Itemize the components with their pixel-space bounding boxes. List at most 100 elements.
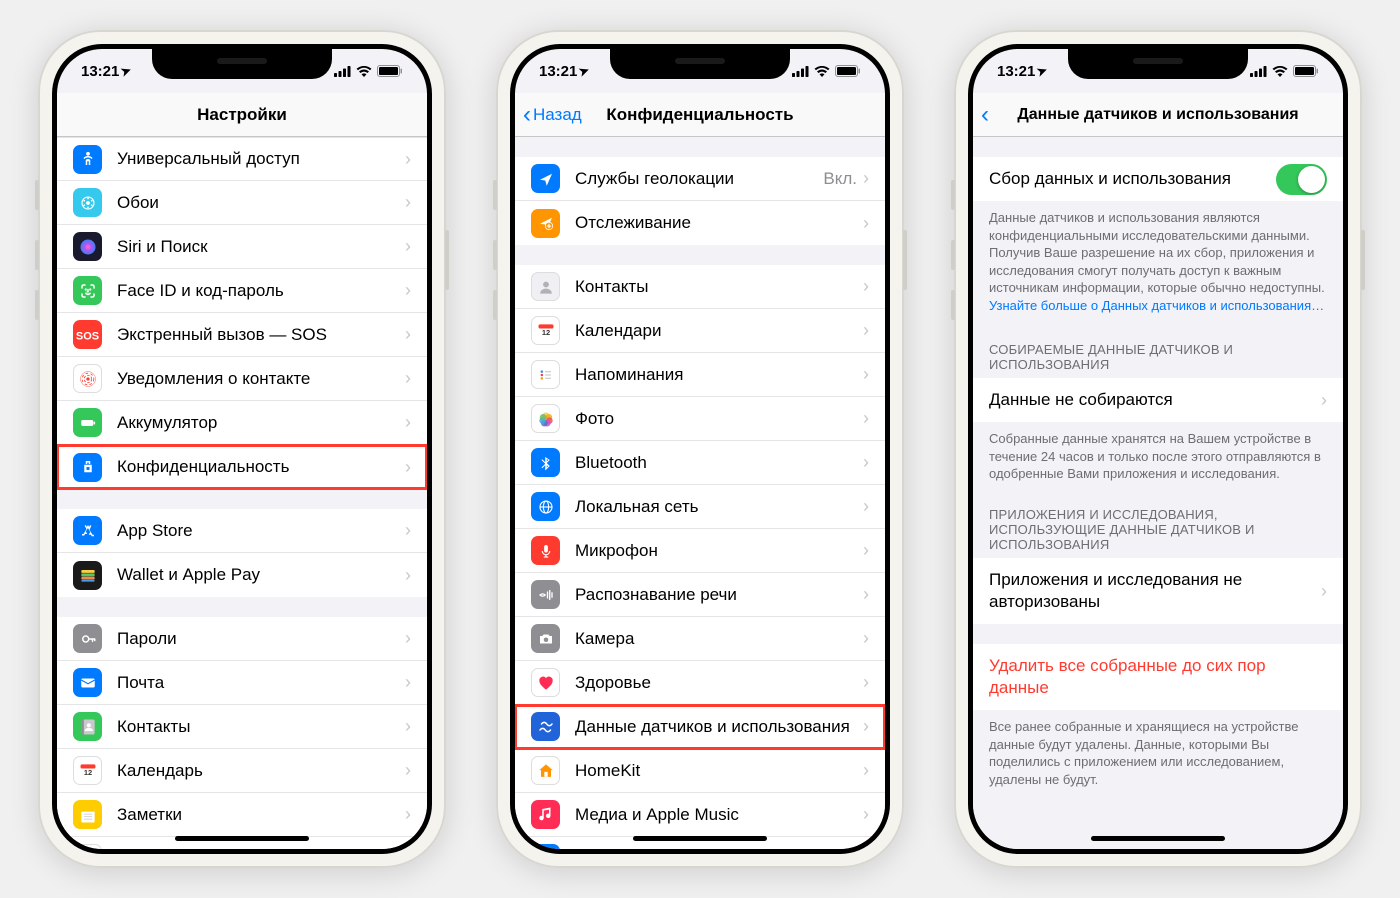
settings-row-location[interactable]: Службы геолокацииВкл.› <box>515 157 885 201</box>
mail-icon <box>73 668 102 697</box>
settings-row-sos[interactable]: SOSЭкстренный вызов — SOS› <box>57 313 427 357</box>
chevron-right-icon: › <box>405 565 411 586</box>
phone-mockup-2: 13:21 ➤ ‹Назад Конфиденциальность Службы… <box>496 30 904 868</box>
settings-group: Данные не собираются › <box>973 378 1343 422</box>
location-services-icon: ➤ <box>1035 63 1049 80</box>
settings-row-research[interactable]: Данные датчиков и использования› <box>515 705 885 749</box>
settings-row-tracking[interactable]: Отслеживание› <box>515 201 885 245</box>
passwords-icon <box>73 624 102 653</box>
phone-mockup-1: 13:21 ➤ Настройки Универсальный доступ›О… <box>38 30 446 868</box>
section-footer: Данные датчиков и использования являются… <box>973 201 1343 318</box>
settings-row-privacy[interactable]: Конфиденциальность› <box>57 445 427 489</box>
settings-row-appstore[interactable]: App Store› <box>57 509 427 553</box>
no-apps-row[interactable]: Приложения и исследования не авторизован… <box>973 558 1343 624</box>
row-label: Обои <box>117 193 405 213</box>
settings-row-faceid[interactable]: Face ID и код-пароль› <box>57 269 427 313</box>
toggle-label: Сбор данных и использования <box>989 169 1276 189</box>
settings-row-ua[interactable]: Универсальный доступ› <box>57 137 427 181</box>
siri-icon <box>73 232 102 261</box>
battery-icon <box>73 408 102 437</box>
signal-icon <box>1250 66 1267 77</box>
photos-icon <box>531 404 560 433</box>
signal-icon <box>792 66 809 77</box>
page-title: Данные датчиков и использования <box>1017 106 1298 124</box>
settings-row-contacts[interactable]: Контакты› <box>57 705 427 749</box>
chevron-right-icon: › <box>405 280 411 301</box>
chevron-right-icon: › <box>863 584 869 605</box>
settings-row-health[interactable]: Здоровье› <box>515 661 885 705</box>
settings-row-photos[interactable]: Фото› <box>515 397 885 441</box>
page-title: Конфиденциальность <box>606 105 793 125</box>
chevron-right-icon: › <box>863 452 869 473</box>
row-label: Напоминания <box>575 365 863 385</box>
settings-group: Удалить все собранные до сих пор данные <box>973 644 1343 710</box>
settings-row-passwords[interactable]: Пароли› <box>57 617 427 661</box>
faceid-icon <box>73 276 102 305</box>
collection-toggle-row[interactable]: Сбор данных и использования <box>973 157 1343 201</box>
settings-group: Контакты›12Календари›Напоминания›Фото›Bl… <box>515 265 885 849</box>
learn-more-link[interactable]: Узнайте больше о Данных датчиков и испол… <box>989 298 1324 313</box>
settings-row-battery[interactable]: Аккумулятор› <box>57 401 427 445</box>
settings-row-speech[interactable]: Распознавание речи› <box>515 573 885 617</box>
wifi-icon <box>1272 66 1288 77</box>
home-indicator[interactable] <box>175 836 309 841</box>
settings-row-wallet[interactable]: Wallet и Apple Pay› <box>57 553 427 597</box>
calendar-icon: 12 <box>73 756 102 785</box>
privacy-list[interactable]: Службы геолокацииВкл.›Отслеживание› Конт… <box>515 137 885 849</box>
settings-row-mic[interactable]: Микрофон› <box>515 529 885 573</box>
chevron-right-icon: › <box>1321 390 1327 411</box>
home-indicator[interactable] <box>1091 836 1225 841</box>
settings-row-bluetooth[interactable]: Bluetooth› <box>515 441 885 485</box>
settings-list[interactable]: Универсальный доступ›Обои›Siri и Поиск›F… <box>57 137 427 849</box>
row-label: Заметки <box>117 805 405 825</box>
notch <box>152 49 332 79</box>
settings-row-notes[interactable]: Заметки› <box>57 793 427 837</box>
row-value: Вкл. <box>823 169 857 189</box>
chevron-right-icon: › <box>405 848 411 849</box>
settings-row-exposure[interactable]: Уведомления о контакте› <box>57 357 427 401</box>
battery-icon <box>377 65 403 77</box>
wallpaper-icon <box>73 188 102 217</box>
chevron-right-icon: › <box>405 760 411 781</box>
chevron-right-icon: › <box>405 672 411 693</box>
research-icon <box>531 712 560 741</box>
row-label: Календарь <box>117 761 405 781</box>
row-label: Почта <box>117 673 405 693</box>
chevron-right-icon: › <box>863 276 869 297</box>
exposure-icon <box>73 364 102 393</box>
section-footer: Собранные данные хранятся на Вашем устро… <box>973 422 1343 487</box>
settings-row-music[interactable]: Медиа и Apple Music› <box>515 793 885 837</box>
settings-row-calendar[interactable]: 12 Календарь› <box>57 749 427 793</box>
settings-row-homekit[interactable]: HomeKit› <box>515 749 885 793</box>
chevron-right-icon: › <box>405 236 411 257</box>
back-label: Назад <box>533 105 582 125</box>
collection-toggle-on[interactable] <box>1276 164 1327 195</box>
reminders-icon <box>531 360 560 389</box>
wifi-icon <box>356 66 372 77</box>
nav-bar: Настройки <box>57 93 427 137</box>
chevron-right-icon: › <box>405 457 411 478</box>
no-data-row[interactable]: Данные не собираются › <box>973 378 1343 422</box>
settings-row-reminders[interactable]: Напоминания› <box>515 353 885 397</box>
settings-row-localnet[interactable]: Локальная сеть› <box>515 485 885 529</box>
chevron-right-icon: › <box>405 804 411 825</box>
settings-row-camera[interactable]: Камера› <box>515 617 885 661</box>
home-indicator[interactable] <box>633 836 767 841</box>
row-label: Напоминания <box>117 849 405 850</box>
settings-row-contacts2[interactable]: Контакты› <box>515 265 885 309</box>
delete-data-button[interactable]: Удалить все собранные до сих пор данные <box>973 644 1343 710</box>
back-button[interactable]: ‹Назад <box>523 103 582 127</box>
status-time: 13:21 <box>81 63 119 80</box>
row-label: Экстренный вызов — SOS <box>117 325 405 345</box>
back-button[interactable]: ‹ <box>981 103 991 127</box>
settings-row-calendar[interactable]: 12Календари› <box>515 309 885 353</box>
settings-row-mail[interactable]: Почта› <box>57 661 427 705</box>
row-label: Данные не собираются <box>989 390 1321 410</box>
mic-icon <box>531 536 560 565</box>
sensor-data-view[interactable]: Сбор данных и использования Данные датчи… <box>973 137 1343 849</box>
speech-icon <box>531 580 560 609</box>
settings-group: Пароли›Почта›Контакты›12Календарь›Заметк… <box>57 617 427 849</box>
settings-row-wallpaper[interactable]: Обои› <box>57 181 427 225</box>
settings-row-siri[interactable]: Siri и Поиск› <box>57 225 427 269</box>
chevron-right-icon: › <box>863 320 869 341</box>
